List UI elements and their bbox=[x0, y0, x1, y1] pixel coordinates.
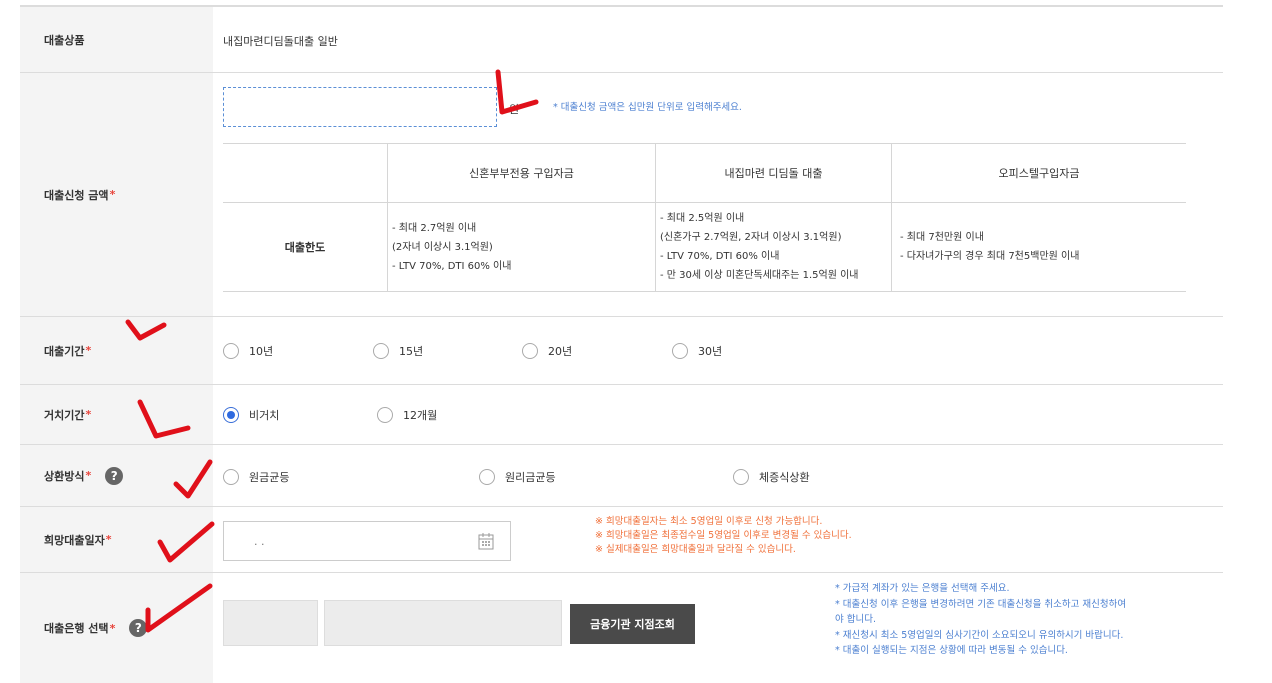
loan-limit-table: 신혼부부전용 구입자금 내집마련 디딤돌 대출 오피스텔구입자금 대출한도 - … bbox=[223, 143, 1186, 292]
radio-selected-icon bbox=[223, 407, 239, 423]
repay-option-annuity[interactable]: 원리금균등 bbox=[479, 469, 556, 485]
date-input[interactable]: . . bbox=[223, 521, 511, 561]
repay-option-increasing[interactable]: 체증식상환 bbox=[733, 469, 810, 485]
date-notes: ※ 희망대출일자는 최소 5영업일 이후로 신청 가능합니다. ※ 희망대출일은… bbox=[595, 516, 852, 555]
radio-icon bbox=[377, 407, 393, 423]
table-row-header: 대출한도 bbox=[223, 202, 388, 292]
repay-row: 상환방식 *? 원금균등 원리금균등 체증식상환 bbox=[20, 445, 1223, 507]
amount-input[interactable] bbox=[223, 87, 497, 127]
grace-option-none[interactable]: 비거치 bbox=[223, 407, 279, 423]
radio-icon bbox=[522, 343, 538, 359]
table-cell: - 최대 7천만원 이내 - 다자녀가구의 경우 최대 7천5백만원 이내 bbox=[891, 202, 1186, 292]
calendar-icon[interactable] bbox=[478, 532, 494, 550]
table-cell: - 최대 2.5억원 이내 (신혼가구 2.7억원, 2자녀 이상시 3.1억원… bbox=[655, 202, 892, 292]
radio-icon bbox=[479, 469, 495, 485]
period-option-30[interactable]: 30년 bbox=[672, 343, 722, 359]
product-row: 대출상품 내집마련디딤돌대출 일반 bbox=[20, 7, 1223, 73]
repay-option-principal[interactable]: 원금균등 bbox=[223, 469, 289, 485]
table-col-header: 신혼부부전용 구입자금 bbox=[387, 143, 656, 203]
bank-select[interactable] bbox=[223, 600, 318, 646]
bank-notes: * 가급적 계좌가 있는 은행을 선택해 주세요. * 대출신청 이후 은행을 … bbox=[835, 583, 1127, 656]
period-option-20[interactable]: 20년 bbox=[522, 343, 572, 359]
grace-row: 거치기간 * 비거치 12개월 bbox=[20, 385, 1223, 445]
period-option-10[interactable]: 10년 bbox=[223, 343, 273, 359]
bank-label: 대출은행 선택 *? bbox=[20, 573, 213, 683]
amount-note: * 대출신청 금액은 십만원 단위로 입력해주세요. bbox=[553, 102, 742, 113]
period-label: 대출기간 * bbox=[20, 317, 213, 384]
repay-label: 상환방식 *? bbox=[20, 445, 213, 506]
radio-icon bbox=[733, 469, 749, 485]
radio-icon bbox=[672, 343, 688, 359]
grace-label: 거치기간 * bbox=[20, 385, 213, 444]
amount-unit: 원 bbox=[509, 103, 520, 116]
grace-option-12m[interactable]: 12개월 bbox=[377, 407, 437, 423]
loan-application-form: 대출상품 내집마련디딤돌대출 일반 대출신청 금액 * 원 * 대출신청 금액은 … bbox=[20, 5, 1223, 683]
date-row: 희망대출일자 * . . ※ 희망대출일자는 최소 5영업일 이후로 신청 가능합… bbox=[20, 507, 1223, 573]
radio-icon bbox=[373, 343, 389, 359]
branch-select[interactable] bbox=[324, 600, 562, 646]
product-label: 대출상품 bbox=[20, 7, 213, 72]
period-option-15[interactable]: 15년 bbox=[373, 343, 423, 359]
date-label: 희망대출일자 * bbox=[20, 507, 213, 572]
radio-icon bbox=[223, 469, 239, 485]
table-cell: - 최대 2.7억원 이내 (2자녀 이상시 3.1억원) - LTV 70%,… bbox=[387, 202, 656, 292]
product-value: 내집마련디딤돌대출 일반 bbox=[223, 35, 338, 48]
branch-lookup-button[interactable]: 금융기관 지점조회 bbox=[570, 604, 695, 644]
amount-row: 대출신청 금액 * 원 * 대출신청 금액은 십만원 단위로 입력해주세요. 신혼… bbox=[20, 73, 1223, 317]
question-icon[interactable]: ? bbox=[105, 466, 124, 485]
amount-label: 대출신청 금액 * bbox=[20, 73, 213, 316]
table-corner bbox=[223, 143, 388, 203]
period-row: 대출기간 * 10년 15년 20년 30년 bbox=[20, 317, 1223, 385]
question-icon[interactable]: ? bbox=[129, 619, 148, 637]
bank-row: 대출은행 선택 *? 금융기관 지점조회 * 가급적 계좌가 있는 은행을 선택해… bbox=[20, 573, 1223, 683]
radio-icon bbox=[223, 343, 239, 359]
table-col-header: 내집마련 디딤돌 대출 bbox=[655, 143, 892, 203]
table-col-header: 오피스텔구입자금 bbox=[891, 143, 1186, 203]
